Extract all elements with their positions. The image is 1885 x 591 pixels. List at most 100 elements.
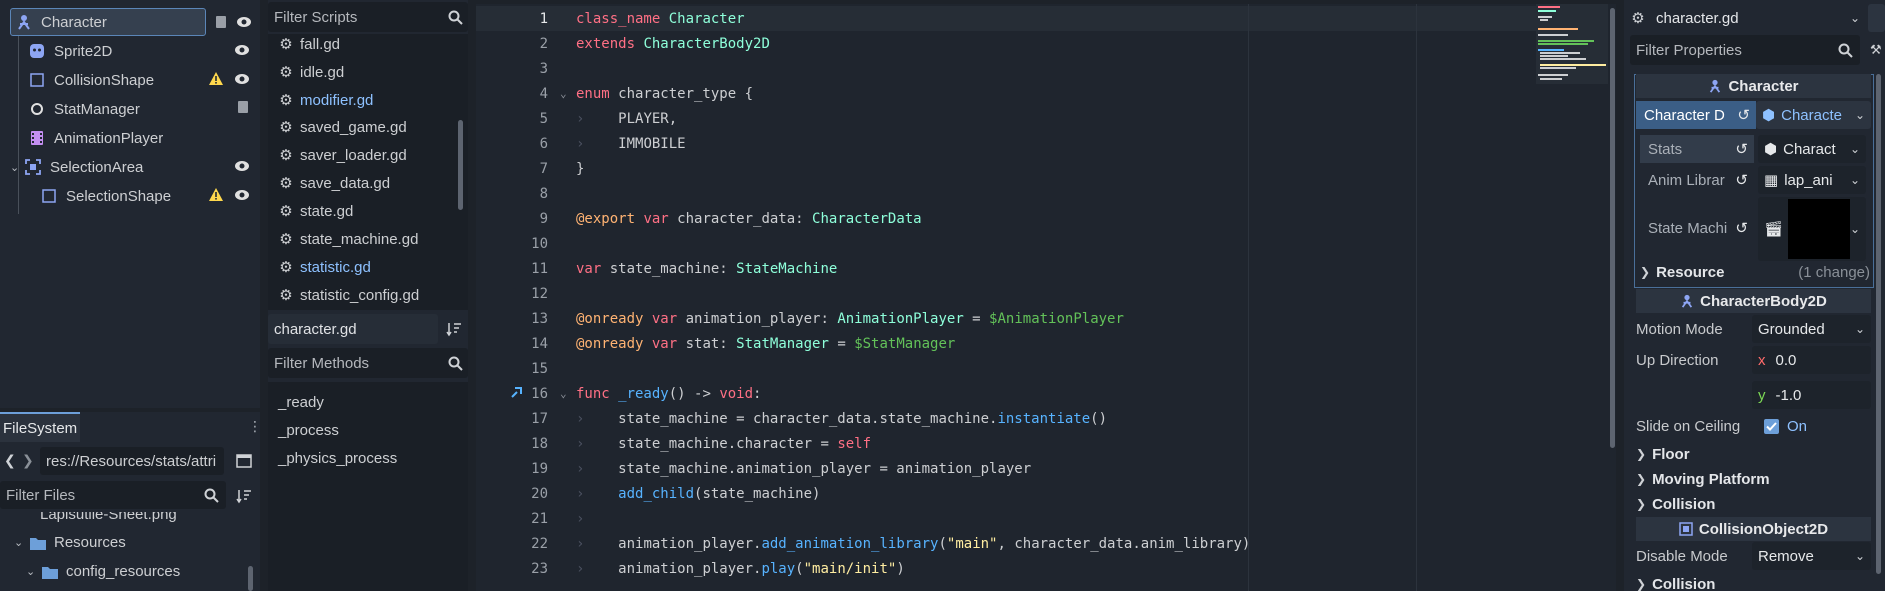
anim-library-value[interactable]: ▦ lap_ani ⌄: [1758, 166, 1866, 194]
script-item[interactable]: ⚙ fall.gd: [278, 31, 340, 57]
scene-node-collisionshape[interactable]: CollisionShape: [0, 66, 258, 94]
current-script-field[interactable]: character.gd: [268, 314, 438, 344]
chevron-down-icon[interactable]: ⌄: [1850, 11, 1860, 25]
filter-methods-input[interactable]: Filter Methods: [268, 348, 468, 378]
back-arrow-icon[interactable]: ❮: [4, 452, 16, 469]
chevron-down-icon[interactable]: ⌄: [26, 565, 42, 578]
scene-node-sprite2d[interactable]: Sprite2D: [0, 37, 258, 65]
warning-icon[interactable]: [208, 71, 224, 87]
up-direction-x-field[interactable]: x 0.0: [1752, 346, 1871, 374]
revert-icon[interactable]: ↺: [1737, 106, 1750, 124]
method-item[interactable]: _ready: [278, 389, 324, 415]
script-attached-icon[interactable]: [214, 15, 228, 33]
method-item[interactable]: _physics_process: [278, 445, 397, 471]
script-item[interactable]: ⚙ statistic_config.gd: [278, 282, 419, 308]
split-view-icon[interactable]: [236, 453, 252, 473]
folder-label: Resources: [54, 534, 126, 551]
code-token: CharacterBody2D: [635, 35, 770, 52]
code-line: 22 › animation_player.add_animation_libra…: [476, 531, 1536, 556]
motion-mode-dropdown[interactable]: Grounded ⌄: [1752, 315, 1871, 343]
code-editor[interactable]: 1 class_name Character 2 extends Character…: [476, 4, 1616, 591]
method-item[interactable]: _process: [278, 417, 339, 443]
visibility-eye-icon[interactable]: [234, 71, 250, 87]
chevron-down-icon[interactable]: ⌄: [1855, 108, 1865, 122]
search-icon[interactable]: [1838, 43, 1853, 62]
search-icon[interactable]: [448, 356, 463, 375]
revert-icon[interactable]: ↺: [1735, 219, 1748, 237]
moving-platform-section[interactable]: ❯ Moving Platform: [1636, 467, 1770, 491]
filesystem-tab[interactable]: FileSystem: [0, 412, 80, 442]
scene-node-animationplayer[interactable]: AnimationPlayer: [0, 124, 258, 152]
scene-node-selectionshape[interactable]: SelectionShape: [0, 182, 258, 210]
warning-icon[interactable]: [208, 187, 224, 203]
filter-files-input[interactable]: Filter Files: [0, 481, 226, 509]
docs-button[interactable]: [1868, 4, 1885, 32]
kebab-menu-icon[interactable]: ⋮: [248, 418, 262, 435]
chevron-down-icon[interactable]: ⌄: [14, 536, 30, 549]
scene-node-selectionarea[interactable]: ⌄ SelectionArea: [0, 153, 258, 181]
script-item[interactable]: ⚙ idle.gd: [278, 59, 344, 85]
scene-node-statmanager[interactable]: StatManager: [0, 95, 258, 123]
collision-section-2[interactable]: ❯ Collision: [1636, 572, 1715, 591]
visibility-eye-icon[interactable]: [234, 187, 250, 203]
scene-node-label: SelectionShape: [66, 187, 172, 205]
visibility-eye-icon[interactable]: [234, 42, 250, 58]
script-item[interactable]: ⚙ state_machine.gd: [278, 226, 418, 252]
script-item[interactable]: ⚙ saver_loader.gd: [278, 142, 406, 168]
sort-icon[interactable]: [236, 488, 252, 508]
prop-anim-library[interactable]: Anim Librar ↺: [1640, 166, 1754, 194]
up-direction-y-field[interactable]: y -1.0: [1752, 381, 1871, 409]
revert-icon[interactable]: ↺: [1735, 171, 1748, 189]
visibility-eye-icon[interactable]: [234, 158, 250, 174]
visibility-eye-icon[interactable]: [236, 14, 252, 34]
slide-on-ceiling-checkbox[interactable]: On: [1764, 418, 1807, 435]
fold-chevron-icon[interactable]: ⌄: [560, 87, 567, 100]
path-field[interactable]: res://Resources/stats/attri: [40, 447, 224, 475]
chevron-down-icon[interactable]: ⌄: [1850, 222, 1860, 236]
scrollbar-thumb[interactable]: [458, 120, 463, 210]
search-icon[interactable]: [204, 488, 219, 507]
script-item[interactable]: ⚙ modifier.gd: [278, 87, 373, 113]
sort-icon[interactable]: [446, 321, 462, 341]
axis-label: y: [1758, 386, 1766, 404]
collision-section[interactable]: ❯ Collision: [1636, 492, 1715, 516]
filter-scripts-input[interactable]: Filter Scripts: [268, 2, 468, 32]
code-token: :: [753, 385, 762, 402]
chevron-down-icon[interactable]: ⌄: [1850, 142, 1860, 156]
collision-object-icon: [1679, 522, 1693, 536]
resource-section[interactable]: ❯ Resource (1 change): [1640, 260, 1870, 284]
script-item[interactable]: ⚙ state.gd: [278, 198, 353, 224]
stats-value[interactable]: ⬢ Charact ⌄: [1758, 135, 1866, 163]
script-attached-icon[interactable]: [236, 100, 250, 114]
scene-node-character[interactable]: Character: [10, 8, 206, 36]
prop-character-data[interactable]: Character D ↺: [1636, 101, 1756, 129]
script-item[interactable]: ⚙ save_data.gd: [278, 170, 390, 196]
collision-shape-icon: [40, 187, 58, 205]
script-item[interactable]: ⚙ statistic.gd: [278, 254, 371, 280]
chevron-down-icon[interactable]: ⌄: [1855, 322, 1865, 336]
search-icon[interactable]: [448, 10, 463, 29]
chevron-down-icon[interactable]: ⌄: [1855, 549, 1865, 563]
inspected-object-selector[interactable]: ⚙ character.gd ⌄: [1630, 4, 1860, 32]
script-item[interactable]: ⚙ saved_game.gd: [278, 114, 406, 140]
revert-icon[interactable]: ↺: [1735, 140, 1748, 158]
forward-arrow-icon[interactable]: ❯: [22, 452, 34, 469]
editor-scrollbar[interactable]: [1610, 8, 1615, 448]
minimap[interactable]: [1536, 4, 1608, 84]
chevron-down-icon[interactable]: ⌄: [10, 161, 24, 174]
floor-section[interactable]: ❯ Floor: [1636, 442, 1690, 466]
disable-mode-dropdown[interactable]: Remove ⌄: [1752, 542, 1871, 570]
chevron-down-icon[interactable]: ⌄: [1850, 173, 1860, 187]
folder-item-config[interactable]: ⌄ config_resources: [26, 563, 180, 580]
file-item-png[interactable]: Lapisutile-Sheet.png: [40, 512, 220, 526]
character-data-value[interactable]: ⬢ Characte ⌄: [1756, 101, 1871, 129]
folder-item-resources[interactable]: ⌄ Resources: [14, 534, 126, 551]
inspector-scrollbar[interactable]: [1876, 74, 1881, 574]
prop-stats[interactable]: Stats ↺: [1640, 135, 1754, 163]
filter-properties-input[interactable]: Filter Properties: [1630, 35, 1860, 65]
scrollbar-thumb[interactable]: [248, 566, 253, 591]
prop-state-machine[interactable]: State Machi ↺: [1640, 214, 1754, 242]
fold-chevron-icon[interactable]: ⌄: [560, 387, 567, 400]
tools-icon[interactable]: ⚒: [1870, 42, 1882, 58]
state-machine-value[interactable]: 🎬︎ ⌄: [1758, 197, 1866, 261]
